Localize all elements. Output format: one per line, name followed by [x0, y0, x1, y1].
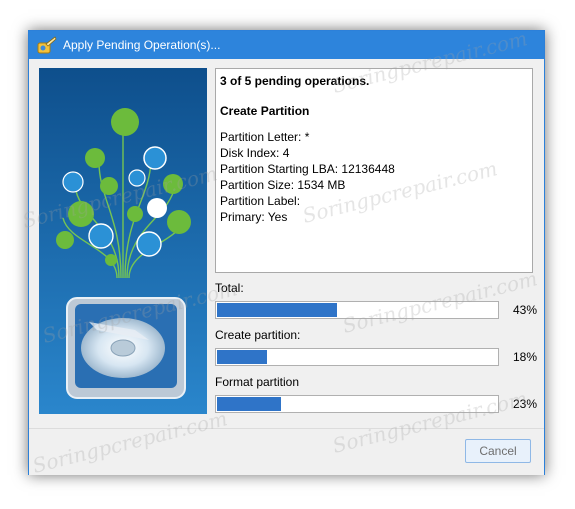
dialog-window: Apply Pending Operation(s)... 3 of 5 pen…	[28, 30, 545, 475]
cancel-button[interactable]: Cancel	[465, 439, 531, 463]
create-partition-progress-fill	[217, 350, 267, 364]
format-partition-progress-fill	[217, 397, 281, 411]
dialog-footer: Cancel	[29, 428, 544, 475]
total-progress-label: Total:	[215, 281, 244, 295]
property-partition-size: Partition Size: 1534 MB	[220, 178, 346, 192]
create-partition-progress-label: Create partition:	[215, 328, 301, 342]
hard-disk-illustration	[39, 68, 207, 414]
operation-properties: Partition Letter: * Disk Index: 4 Partit…	[220, 129, 528, 225]
operation-title: Create Partition	[220, 104, 310, 118]
total-progress-percent: 43%	[512, 303, 537, 317]
property-starting-lba: Partition Starting LBA: 12136448	[220, 162, 395, 176]
property-primary: Primary: Yes	[220, 210, 288, 224]
property-partition-label: Partition Label:	[220, 194, 301, 208]
format-partition-progress-bar	[215, 395, 499, 413]
create-partition-progress-percent: 18%	[512, 350, 537, 364]
operation-details-panel: 3 of 5 pending operations. Create Partit…	[215, 68, 533, 273]
total-progress-bar	[215, 301, 499, 319]
window-title: Apply Pending Operation(s)...	[63, 38, 221, 52]
pending-operations-count: 3 of 5 pending operations.	[220, 74, 370, 88]
partition-wizard-app-icon	[37, 36, 57, 54]
format-partition-progress-percent: 23%	[512, 397, 537, 411]
total-progress-fill	[217, 303, 337, 317]
dialog-body: 3 of 5 pending operations. Create Partit…	[29, 59, 544, 475]
title-bar[interactable]: Apply Pending Operation(s)...	[29, 31, 544, 59]
format-partition-progress-label: Format partition	[215, 375, 300, 389]
property-disk-index: Disk Index: 4	[220, 146, 290, 160]
property-partition-letter: Partition Letter: *	[220, 130, 310, 144]
create-partition-progress-bar	[215, 348, 499, 366]
